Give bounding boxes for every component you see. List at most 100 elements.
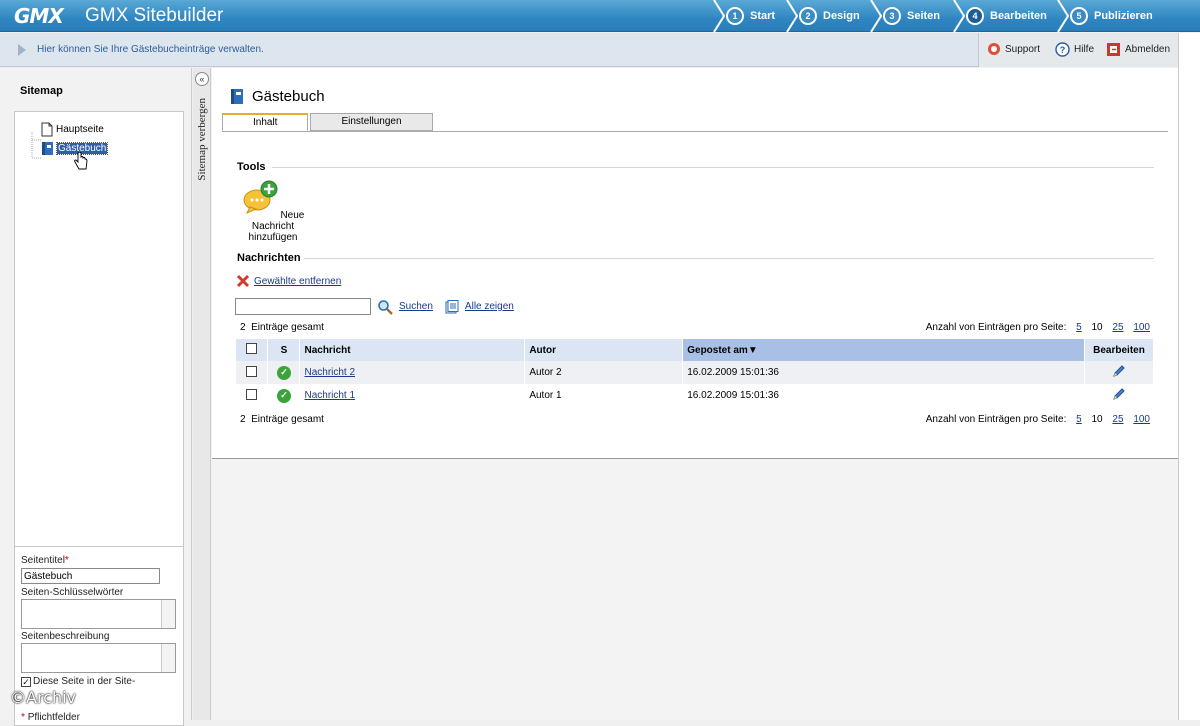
show-in-sitemap-checkbox[interactable]: ✓ <box>21 676 31 687</box>
per-page-5[interactable]: 5 <box>1076 414 1082 425</box>
sort-desc-icon: ▼ <box>747 344 758 356</box>
message-link[interactable]: Nachricht 2 <box>304 367 355 378</box>
step-number: 3 <box>883 7 901 25</box>
new-message-button[interactable]: Neue Nachricht hinzufügen <box>236 180 310 243</box>
row-status: ✓ <box>267 384 301 407</box>
chevron-right-icon <box>713 0 726 32</box>
row-checkbox[interactable] <box>246 388 258 400</box>
message-link[interactable]: Nachricht 1 <box>304 390 355 401</box>
column-status[interactable]: S <box>267 339 301 361</box>
step-start[interactable]: 1 Start <box>713 0 776 32</box>
row-posted: 16.02.2009 15:01:36 <box>682 384 1085 407</box>
logout-link[interactable]: Abmelden <box>1106 42 1170 57</box>
check-circle-icon: ✓ <box>276 365 291 380</box>
description-field[interactable] <box>21 643 176 673</box>
sitemap-panel: Sitemap Hauptseite Gästebuch Seitentitel… <box>0 68 192 726</box>
column-autor[interactable]: Autor <box>524 339 684 361</box>
column-bearbeiten: Bearbeiten <box>1084 339 1155 361</box>
header-actions: Support ? Hilfe Abmelden <box>978 33 1178 67</box>
table-header: S Nachricht Autor Gepostet am▼ Bearbeite… <box>236 339 1155 361</box>
help-link[interactable]: ? Hilfe <box>1055 42 1094 57</box>
remove-selected-link[interactable]: Gewählte entfernen <box>254 276 341 287</box>
per-page-selector: Anzahl von Einträgen pro Seite: 5 10 25 … <box>925 414 1150 425</box>
row-select[interactable] <box>236 384 269 407</box>
select-all-checkbox[interactable] <box>246 343 258 354</box>
scrollbar[interactable] <box>161 600 175 628</box>
search-input[interactable] <box>235 298 371 315</box>
pencil-icon[interactable] <box>1112 364 1126 378</box>
tab-divider <box>222 131 1168 132</box>
keywords-field[interactable] <box>21 599 176 629</box>
svg-text:?: ? <box>1060 45 1066 55</box>
tree-item-hauptseite[interactable]: Hauptseite <box>41 122 104 137</box>
tab-einstellungen[interactable]: Einstellungen <box>310 113 433 131</box>
scrollbar[interactable] <box>161 644 175 672</box>
search-link[interactable]: Suchen <box>399 301 433 312</box>
messages-table: S Nachricht Autor Gepostet am▼ Bearbeite… <box>236 339 1155 407</box>
column-nachricht[interactable]: Nachricht <box>299 339 526 361</box>
info-message: Hier können Sie Ihre Gästebucheinträge v… <box>37 44 264 55</box>
arrow-right-icon <box>18 44 26 56</box>
help-label: Hilfe <box>1074 44 1095 55</box>
messages-title: Nachrichten <box>237 252 301 264</box>
total-entries: 2 Einträge gesamt <box>240 322 324 333</box>
logout-icon <box>1107 43 1120 56</box>
row-message: Nachricht 2 <box>299 361 526 384</box>
window-scrollbar[interactable] <box>1178 33 1200 720</box>
divider <box>272 167 1154 168</box>
chevron-right-icon <box>870 0 883 32</box>
select-all-cell[interactable] <box>236 339 269 361</box>
per-page-25[interactable]: 25 <box>1112 414 1123 425</box>
total-entries: 2 Einträge gesamt <box>240 414 324 425</box>
step-seiten[interactable]: 3 Seiten <box>870 0 941 32</box>
per-page-100[interactable]: 100 <box>1133 414 1150 425</box>
table-row: ✓ Nachricht 1 Autor 1 16.02.2009 15:01:3… <box>236 384 1155 407</box>
tools-title: Tools <box>237 161 266 173</box>
page-title-input[interactable] <box>21 568 160 584</box>
show-in-sitemap-option[interactable]: ✓ Diese Seite in der Site- <box>21 676 135 687</box>
sitemap-toggle-column: « Sitemap verbergen <box>193 68 211 720</box>
tab-inhalt[interactable]: Inhalt <box>222 113 309 131</box>
collapse-icon[interactable]: « <box>195 72 209 86</box>
hand-cursor-icon <box>74 152 88 170</box>
show-all-link[interactable]: Alle zeigen <box>465 301 514 312</box>
app-title: GMX Sitebuilder <box>85 5 224 26</box>
show-in-sitemap-label: Diese Seite in der Site- <box>33 676 136 687</box>
main-content: Gästebuch Inhalt Einstellungen Tools Neu… <box>212 68 1178 720</box>
row-author: Autor 1 <box>524 384 684 407</box>
pencil-icon[interactable] <box>1112 387 1126 401</box>
per-page-25[interactable]: 25 <box>1112 322 1123 333</box>
per-page-5[interactable]: 5 <box>1076 322 1082 333</box>
required-note: * Pflichtfelder <box>21 712 80 723</box>
keywords-label: Seiten-Schlüsselwörter <box>21 587 124 598</box>
step-label: Design <box>823 10 860 22</box>
support-label: Support <box>1005 43 1041 55</box>
row-edit[interactable] <box>1084 361 1155 384</box>
step-label: Seiten <box>907 10 941 22</box>
step-label: Publizieren <box>1094 10 1153 22</box>
page-heading: Gästebuch <box>230 88 325 105</box>
support-link[interactable]: Support <box>987 42 1040 56</box>
row-author: Autor 2 <box>524 361 684 384</box>
new-message-label: Neue Nachricht hinzufügen <box>248 210 305 243</box>
column-gepostet[interactable]: Gepostet am▼ <box>682 339 1085 361</box>
delete-icon <box>236 274 250 288</box>
show-all-icon <box>445 299 459 313</box>
sitemap-title: Sitemap <box>20 85 63 97</box>
step-bearbeiten[interactable]: 4 Bearbeiten <box>953 0 1047 32</box>
search-bar: Suchen Alle zeigen <box>235 298 514 315</box>
per-page-100[interactable]: 100 <box>1133 322 1150 333</box>
row-checkbox[interactable] <box>246 365 258 377</box>
row-posted: 16.02.2009 15:01:36 <box>682 361 1085 384</box>
row-edit[interactable] <box>1084 384 1155 407</box>
row-select[interactable] <box>236 361 269 384</box>
step-label: Start <box>750 10 776 22</box>
hide-sitemap-link[interactable]: Sitemap verbergen <box>196 98 208 181</box>
step-number: 5 <box>1070 7 1088 25</box>
remove-selected-button[interactable]: Gewählte entfernen <box>236 274 341 288</box>
speech-bubble-add-icon <box>243 180 278 215</box>
step-design[interactable]: 2 Design <box>786 0 860 32</box>
per-page-selector: Anzahl von Einträgen pro Seite: 5 10 25 … <box>925 322 1150 333</box>
step-publizieren[interactable]: 5 Publizieren <box>1057 0 1153 32</box>
page-title: Gästebuch <box>252 88 325 105</box>
